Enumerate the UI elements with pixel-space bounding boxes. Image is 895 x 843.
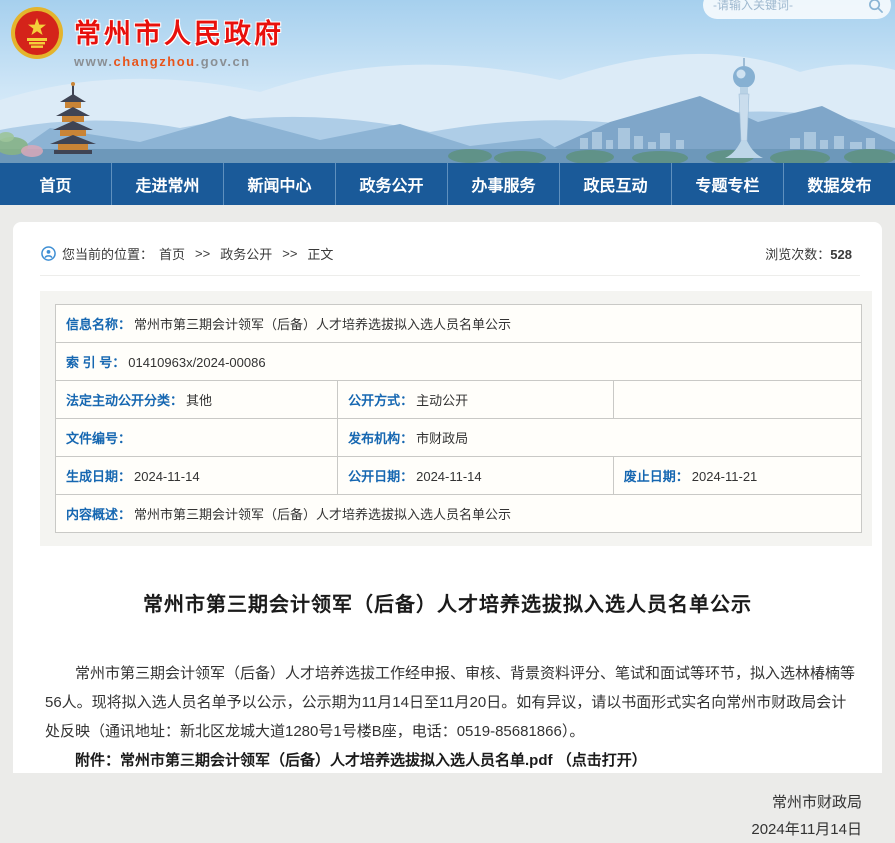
search-input[interactable]	[713, 0, 868, 12]
view-count-label: 浏览次数：	[765, 247, 830, 262]
info-table: 信息名称：常州市第三期会计领军（后备）人才培养选拔拟入选人员名单公示 索 引 号…	[55, 304, 862, 533]
table-row-summary: 内容概述：常州市第三期会计领军（后备）人才培养选拔拟入选人员名单公示	[56, 495, 862, 533]
nav-item-gov-info[interactable]: 政务公开	[335, 163, 447, 205]
article-paragraph: 常州市第三期会计领军（后备）人才培养选拔工作经申报、审核、背景资料评分、笔试和面…	[45, 659, 858, 746]
location-icon	[41, 246, 56, 261]
site-url: www.changzhou.gov.cn	[74, 54, 284, 69]
site-brand[interactable]: 常州市人民政府 www.changzhou.gov.cn	[10, 6, 284, 69]
nav-item-data[interactable]: 数据发布	[783, 163, 895, 205]
site-title: 常州市人民政府	[74, 12, 284, 51]
attachment-line: 附件：常州市第三期会计领军（后备）人才培养选拔拟入选人员名单.pdf （点击打开…	[45, 746, 858, 775]
content-card: 您当前的位置： 首页 >> 政务公开 >> 正文 浏览次数：528 信息名称：常…	[13, 222, 882, 773]
search-box	[703, 0, 891, 19]
article-title: 常州市第三期会计领军（后备）人才培养选拔拟入选人员名单公示	[13, 588, 882, 617]
signature-date: 2024年11月14日	[13, 816, 862, 843]
breadcrumb-section[interactable]: 政务公开	[220, 244, 272, 263]
page-background: 您当前的位置： 首页 >> 政务公开 >> 正文 浏览次数：528 信息名称：常…	[0, 205, 895, 773]
breadcrumb-separator: >>	[282, 246, 297, 261]
breadcrumb: 您当前的位置： 首页 >> 政务公开 >> 正文	[41, 244, 333, 263]
main-nav: 首页 走进常州 新闻中心 政务公开 办事服务 政民互动 专题专栏 数据发布	[0, 163, 895, 205]
table-row-index-number: 索 引 号：01410963x/2024-00086	[56, 343, 862, 381]
signature-agency: 常州市财政局	[13, 789, 862, 816]
attachment-pdf-link[interactable]: 常州市第三期会计领军（后备）人才培养选拔拟入选人员名单.pdf	[120, 752, 553, 769]
article-body: 常州市第三期会计领军（后备）人才培养选拔工作经申报、审核、背景资料评分、笔试和面…	[45, 659, 858, 775]
national-emblem-logo	[10, 6, 64, 60]
table-row-classification: 法定主动公开分类：其他 公开方式：主动公开	[56, 381, 862, 419]
signature-block: 常州市财政局 2024年11月14日	[13, 789, 862, 843]
nav-item-home[interactable]: 首页	[0, 163, 111, 205]
nav-item-interact[interactable]: 政民互动	[559, 163, 671, 205]
breadcrumb-divider	[40, 275, 860, 276]
table-row-info-name: 信息名称：常州市第三期会计领军（后备）人才培养选拔拟入选人员名单公示	[56, 305, 862, 343]
breadcrumb-separator: >>	[195, 246, 210, 261]
nav-item-services[interactable]: 办事服务	[447, 163, 559, 205]
view-count: 浏览次数：528	[765, 244, 852, 263]
info-table-panel: 信息名称：常州市第三期会计领军（后备）人才培养选拔拟入选人员名单公示 索 引 号…	[40, 291, 872, 546]
attachment-open-link[interactable]: （点击打开）	[557, 752, 647, 769]
search-icon[interactable]	[868, 0, 883, 13]
breadcrumb-current: 正文	[307, 244, 333, 263]
header-banner: 常州市人民政府 www.changzhou.gov.cn	[0, 0, 895, 163]
nav-item-news[interactable]: 新闻中心	[223, 163, 335, 205]
attachment-label: 附件：	[75, 752, 120, 769]
breadcrumb-home[interactable]: 首页	[159, 244, 185, 263]
table-row-dates: 生成日期：2024-11-14 公开日期：2024-11-14 废止日期：202…	[56, 457, 862, 495]
nav-item-special[interactable]: 专题专栏	[671, 163, 783, 205]
nav-item-about[interactable]: 走进常州	[111, 163, 223, 205]
breadcrumb-prefix: 您当前的位置：	[62, 244, 153, 263]
breadcrumb-row: 您当前的位置： 首页 >> 政务公开 >> 正文 浏览次数：528	[13, 242, 882, 275]
table-row-doc-number: 文件编号： 发布机构：市财政局	[56, 419, 862, 457]
view-count-value: 528	[830, 247, 852, 262]
